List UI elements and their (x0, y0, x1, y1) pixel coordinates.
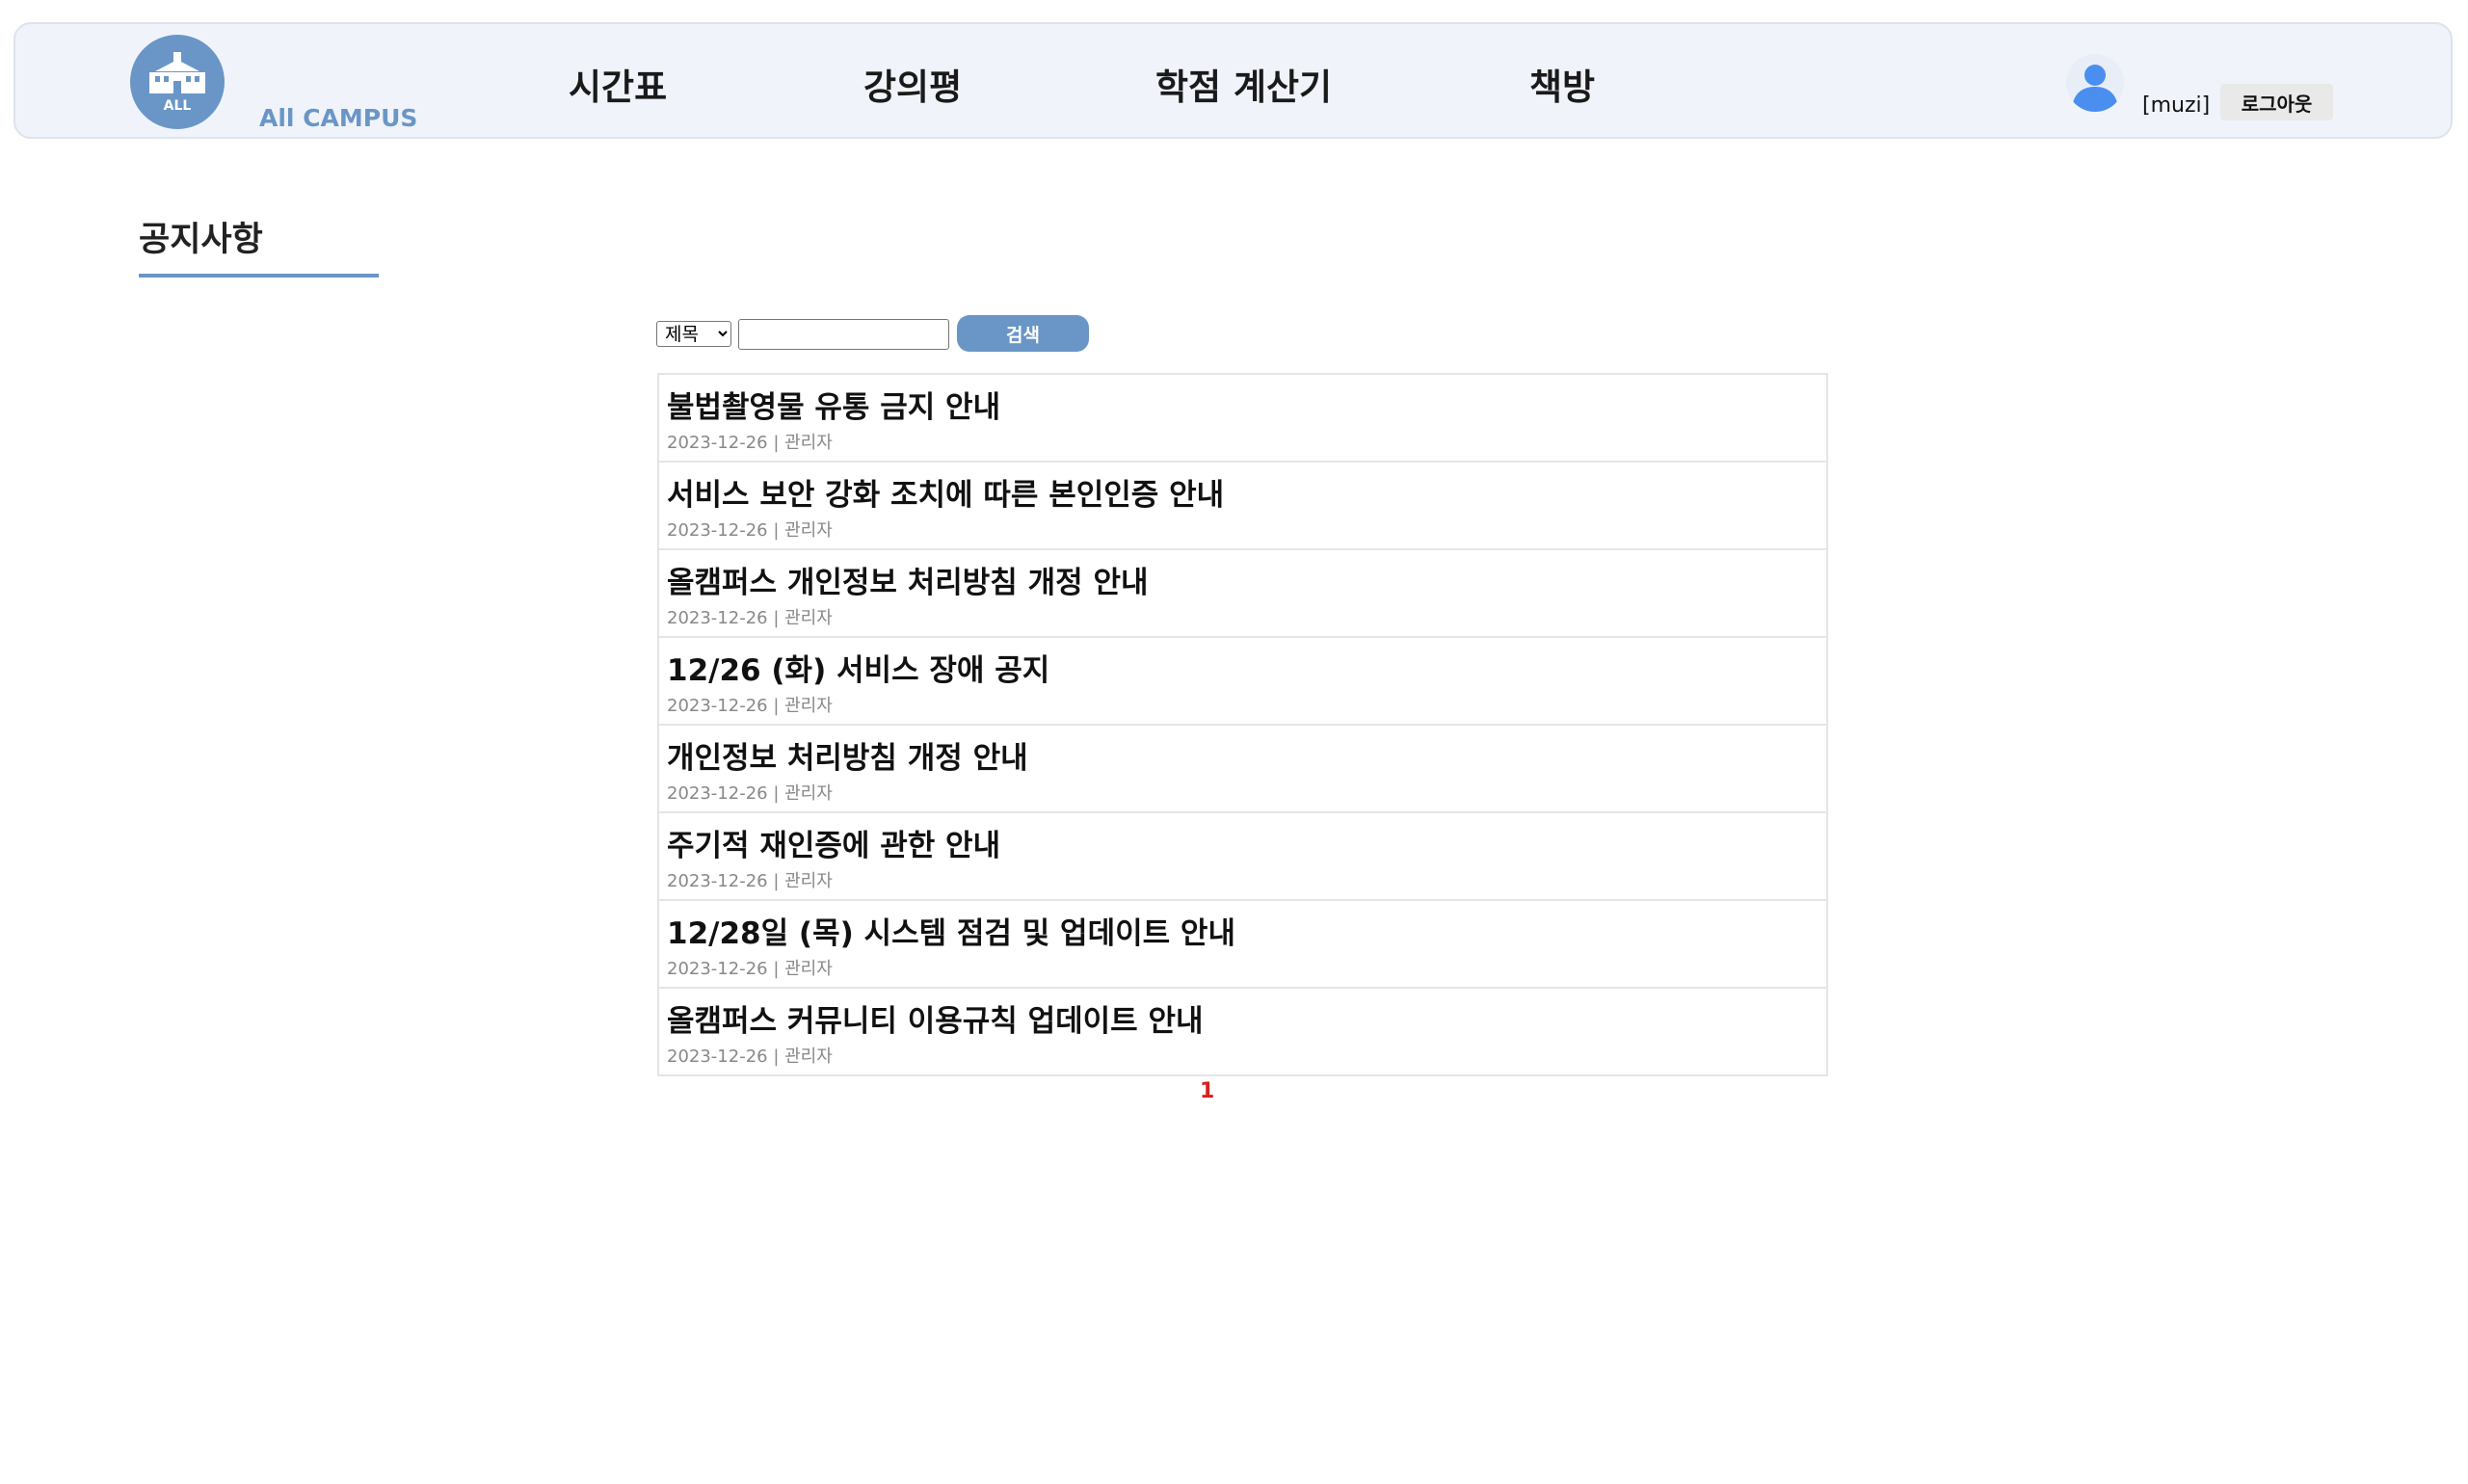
notice-item[interactable]: 개인정보 처리방침 개정 안내 2023-12-26 | 관리자 (659, 726, 1826, 813)
nav-lecture-reviews[interactable]: 강의평 (863, 58, 962, 110)
logo-badge-text: ALL (164, 98, 192, 114)
school-building-icon[interactable]: ALL (130, 35, 225, 129)
notice-item[interactable]: 서비스 보안 강화 조치에 따른 본인인증 안내 2023-12-26 | 관리… (659, 463, 1826, 550)
notice-title[interactable]: 서비스 보안 강화 조치에 따른 본인인증 안내 (667, 470, 1224, 514)
notice-title[interactable]: 주기적 재인증에 관한 안내 (667, 821, 1000, 864)
notice-title[interactable]: 개인정보 처리방침 개정 안내 (667, 733, 1028, 777)
notice-meta: 2023-12-26 | 관리자 (667, 696, 833, 716)
page-title: 공지사항 (139, 221, 263, 259)
notice-item[interactable]: 올캠퍼스 커뮤니티 이용규칙 업데이트 안내 2023-12-26 | 관리자 (659, 989, 1826, 1074)
notice-title[interactable]: 12/26 (화) 서비스 장애 공지 (667, 646, 1049, 689)
logo-text[interactable]: All CAMPUS (259, 104, 417, 132)
notice-meta: 2023-12-26 | 관리자 (667, 433, 833, 453)
notice-meta: 2023-12-26 | 관리자 (667, 783, 833, 804)
notice-meta: 2023-12-26 | 관리자 (667, 520, 833, 541)
search-field-select[interactable]: 제목 (656, 321, 731, 347)
nav-bookstore[interactable]: 책방 (1529, 58, 1595, 110)
notice-title[interactable]: 불법촬영물 유통 금지 안내 (667, 383, 1000, 426)
notice-item[interactable]: 불법촬영물 유통 금지 안내 2023-12-26 | 관리자 (659, 375, 1826, 463)
nav-grade-calculator[interactable]: 학점 계산기 (1155, 58, 1332, 110)
username: [muzi] (2142, 93, 2211, 118)
notice-meta: 2023-12-26 | 관리자 (667, 959, 833, 979)
notice-title[interactable]: 12/28일 (목) 시스템 점검 및 업데이트 안내 (667, 909, 1235, 952)
notice-item[interactable]: 12/28일 (목) 시스템 점검 및 업데이트 안내 2023-12-26 |… (659, 901, 1826, 989)
notice-item[interactable]: 12/26 (화) 서비스 장애 공지 2023-12-26 | 관리자 (659, 638, 1826, 726)
top-header: ALL All CAMPUS 시간표 강의평 학점 계산기 책방 [muzi] … (13, 22, 2453, 139)
user-avatar-icon[interactable] (2066, 54, 2124, 112)
pagination-page-1[interactable]: 1 (1200, 1079, 1214, 1103)
notice-list: 불법촬영물 유통 금지 안내 2023-12-26 | 관리자 서비스 보안 강… (657, 373, 1828, 1076)
notice-title[interactable]: 올캠퍼스 커뮤니티 이용규칙 업데이트 안내 (667, 996, 1204, 1040)
notice-item[interactable]: 주기적 재인증에 관한 안내 2023-12-26 | 관리자 (659, 813, 1826, 901)
notice-item[interactable]: 올캠퍼스 개인정보 처리방침 개정 안내 2023-12-26 | 관리자 (659, 550, 1826, 638)
notice-title[interactable]: 올캠퍼스 개인정보 처리방침 개정 안내 (667, 558, 1149, 601)
search-button[interactable]: 검색 (957, 315, 1089, 352)
title-underline (139, 274, 379, 278)
search-input[interactable] (738, 319, 949, 350)
nav-timetable[interactable]: 시간표 (569, 58, 667, 110)
notice-meta: 2023-12-26 | 관리자 (667, 1047, 833, 1067)
notice-meta: 2023-12-26 | 관리자 (667, 608, 833, 628)
notice-meta: 2023-12-26 | 관리자 (667, 871, 833, 891)
logout-button[interactable]: 로그아웃 (2220, 84, 2333, 120)
